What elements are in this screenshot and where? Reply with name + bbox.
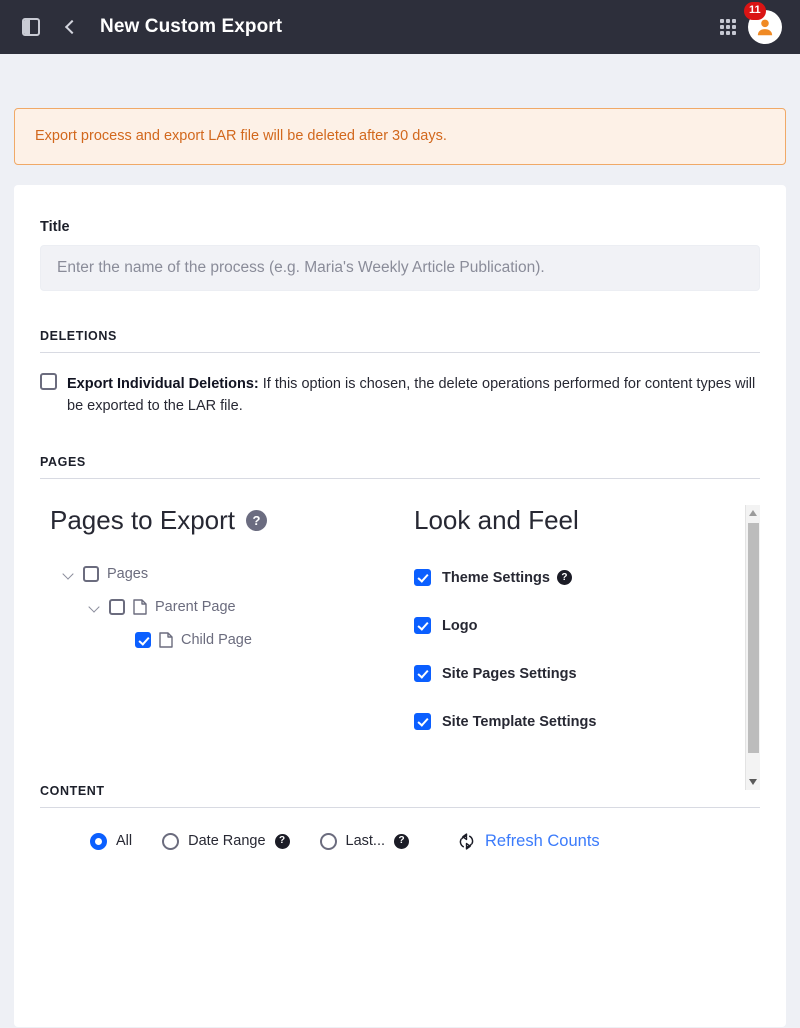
help-question-icon[interactable]: ? <box>246 509 267 531</box>
sidebar-toggle-icon[interactable] <box>22 18 40 36</box>
pages-to-export-panel: Pages to Export ? Pages Parent Page Child … <box>40 505 400 746</box>
refresh-counts-link[interactable]: Refresh Counts <box>457 832 600 851</box>
pages-tree-checkbox[interactable] <box>83 566 99 583</box>
chevron-down-icon[interactable] <box>88 601 101 614</box>
deletions-label-bold: Export Individual Deletions: <box>67 375 259 392</box>
refresh-circular-arrows-icon <box>459 833 474 850</box>
refresh-counts-label: Refresh Counts <box>485 831 600 850</box>
title-input[interactable] <box>40 244 760 291</box>
scrollbar-thumb[interactable] <box>748 522 759 753</box>
look-and-feel-item-label: Site Pages Settings <box>442 665 577 682</box>
look-and-feel-list: Theme Settings? Logo Site Pages Settings Si… <box>414 554 760 746</box>
content-radio-option[interactable]: Last...? <box>319 832 410 850</box>
deletions-section-heading: DELETIONS <box>40 329 760 353</box>
export-form-card: Title DELETIONS Export Individual Deleti… <box>14 184 786 1027</box>
look-and-feel-item-label: Site Template Settings <box>442 713 597 730</box>
pages-tree-row[interactable]: Parent Page <box>50 591 400 624</box>
export-individual-deletions-row: Export Individual Deletions: If this opt… <box>40 372 760 417</box>
look-and-feel-item[interactable]: Logo <box>414 602 760 650</box>
look-and-feel-item-label: Theme Settings <box>442 569 550 586</box>
look-and-feel-item[interactable]: Site Template Settings <box>414 698 760 746</box>
export-individual-deletions-description: Export Individual Deletions: If this opt… <box>67 373 760 417</box>
content-radio-option[interactable]: All <box>90 832 133 850</box>
pages-tree-row[interactable]: Child Page <box>50 624 400 657</box>
look-and-feel-item-label: Logo <box>442 617 478 634</box>
scroll-up-arrow-icon[interactable] <box>749 509 757 516</box>
content-radio-label: Date Range <box>188 833 266 850</box>
look-and-feel-checkbox[interactable] <box>414 569 431 587</box>
pages-tree-label: Child Page <box>181 632 252 649</box>
content-radio-button[interactable] <box>90 832 107 850</box>
look-and-feel-item[interactable]: Site Pages Settings <box>414 650 760 698</box>
look-and-feel-panel: Look and Feel Theme Settings? Logo Site Pa… <box>400 504 760 790</box>
look-and-feel-checkbox[interactable] <box>414 665 431 683</box>
content-radio-label: Last... <box>345 833 386 850</box>
look-and-feel-title: Look and Feel <box>414 504 579 535</box>
look-and-feel-scrollbar[interactable] <box>745 504 760 790</box>
chevron-left-icon[interactable] <box>62 19 78 35</box>
top-header-bar: New Custom Export 11 <box>0 0 800 54</box>
pages-tree-checkbox[interactable] <box>135 632 151 649</box>
grid-apps-icon[interactable] <box>720 19 736 35</box>
export-individual-deletions-checkbox[interactable] <box>40 372 57 390</box>
pages-to-export-title: Pages to Export ? <box>50 505 400 536</box>
chevron-down-icon[interactable] <box>62 568 75 581</box>
notification-count-badge[interactable]: 11 <box>744 2 766 20</box>
header-actions: 11 <box>720 2 782 44</box>
pages-tree-checkbox[interactable] <box>109 599 125 616</box>
look-and-feel-checkbox[interactable] <box>414 713 431 731</box>
pages-panels: Pages to Export ? Pages Parent Page Child … <box>40 504 760 790</box>
pages-tree-label: Pages <box>107 566 149 583</box>
pages-tree-label: Parent Page <box>155 599 236 616</box>
look-and-feel-item[interactable]: Theme Settings? <box>414 554 760 602</box>
help-question-icon[interactable]: ? <box>394 833 410 849</box>
warning-alert-banner: Export process and export LAR file will … <box>14 108 786 165</box>
page-title: New Custom Export <box>100 16 283 37</box>
scroll-down-arrow-icon[interactable] <box>749 778 757 785</box>
content-radio-button[interactable] <box>162 832 180 850</box>
page-document-icon <box>159 632 173 649</box>
help-question-icon[interactable]: ? <box>274 833 290 849</box>
content-radio-button[interactable] <box>319 832 337 850</box>
pages-to-export-title-text: Pages to Export <box>50 504 235 535</box>
help-question-icon[interactable]: ? <box>556 570 572 586</box>
look-and-feel-checkbox[interactable] <box>414 617 431 635</box>
content-radio-label: All <box>116 833 133 850</box>
content-radio-option[interactable]: Date Range? <box>162 832 290 850</box>
title-field-label: Title <box>40 218 70 235</box>
content-options-row: All Date Range? Last...? Refresh Counts <box>40 832 760 851</box>
pages-section-heading: PAGES <box>40 455 760 479</box>
content-section-heading: CONTENT <box>40 784 760 808</box>
page-document-icon <box>133 599 147 616</box>
pages-tree: Pages Parent Page Child Page <box>50 558 400 657</box>
pages-tree-row[interactable]: Pages <box>50 558 400 591</box>
